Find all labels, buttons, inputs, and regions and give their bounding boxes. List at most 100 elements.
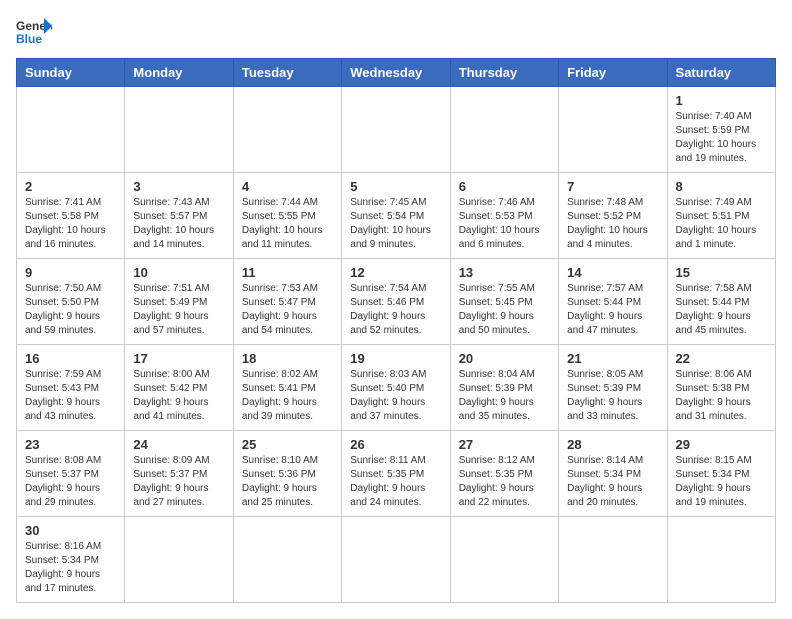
day-info: Sunrise: 8:15 AM Sunset: 5:34 PM Dayligh…	[676, 454, 767, 510]
day-info: Sunrise: 7:55 AM Sunset: 5:45 PM Dayligh…	[459, 282, 550, 338]
day-number: 2	[25, 179, 116, 194]
calendar-cell	[559, 517, 667, 603]
day-number: 6	[459, 179, 550, 194]
day-info: Sunrise: 7:41 AM Sunset: 5:58 PM Dayligh…	[25, 196, 116, 252]
calendar-cell	[125, 517, 233, 603]
day-info: Sunrise: 8:16 AM Sunset: 5:34 PM Dayligh…	[25, 540, 116, 596]
day-number: 26	[350, 437, 441, 452]
day-info: Sunrise: 7:59 AM Sunset: 5:43 PM Dayligh…	[25, 368, 116, 424]
calendar-cell	[233, 87, 341, 173]
calendar-cell: 6 Sunrise: 7:46 AM Sunset: 5:53 PM Daylig…	[450, 173, 558, 259]
day-number: 30	[25, 523, 116, 538]
day-number: 14	[567, 265, 658, 280]
day-info: Sunrise: 7:44 AM Sunset: 5:55 PM Dayligh…	[242, 196, 333, 252]
calendar-cell: 19 Sunrise: 8:03 AM Sunset: 5:40 PM Dayli…	[342, 345, 450, 431]
day-number: 24	[133, 437, 224, 452]
calendar-cell: 3 Sunrise: 7:43 AM Sunset: 5:57 PM Daylig…	[125, 173, 233, 259]
calendar-cell	[233, 517, 341, 603]
day-info: Sunrise: 7:50 AM Sunset: 5:50 PM Dayligh…	[25, 282, 116, 338]
day-info: Sunrise: 7:48 AM Sunset: 5:52 PM Dayligh…	[567, 196, 658, 252]
calendar-cell: 28 Sunrise: 8:14 AM Sunset: 5:34 PM Dayli…	[559, 431, 667, 517]
calendar-cell	[450, 517, 558, 603]
calendar-cell	[342, 87, 450, 173]
calendar-cell: 26 Sunrise: 8:11 AM Sunset: 5:35 PM Dayli…	[342, 431, 450, 517]
logo: General Blue	[16, 16, 52, 46]
calendar-cell: 12 Sunrise: 7:54 AM Sunset: 5:46 PM Dayli…	[342, 259, 450, 345]
day-info: Sunrise: 7:49 AM Sunset: 5:51 PM Dayligh…	[676, 196, 767, 252]
day-number: 12	[350, 265, 441, 280]
day-number: 19	[350, 351, 441, 366]
calendar-cell: 25 Sunrise: 8:10 AM Sunset: 5:36 PM Dayli…	[233, 431, 341, 517]
day-info: Sunrise: 8:06 AM Sunset: 5:38 PM Dayligh…	[676, 368, 767, 424]
day-number: 20	[459, 351, 550, 366]
day-number: 22	[676, 351, 767, 366]
day-number: 4	[242, 179, 333, 194]
day-number: 11	[242, 265, 333, 280]
day-number: 3	[133, 179, 224, 194]
day-info: Sunrise: 8:11 AM Sunset: 5:35 PM Dayligh…	[350, 454, 441, 510]
header-tuesday: Tuesday	[233, 59, 341, 87]
calendar-cell: 5 Sunrise: 7:45 AM Sunset: 5:54 PM Daylig…	[342, 173, 450, 259]
calendar-cell	[125, 87, 233, 173]
header-sunday: Sunday	[17, 59, 125, 87]
header-saturday: Saturday	[667, 59, 775, 87]
day-number: 23	[25, 437, 116, 452]
calendar-cell: 7 Sunrise: 7:48 AM Sunset: 5:52 PM Daylig…	[559, 173, 667, 259]
day-number: 5	[350, 179, 441, 194]
day-info: Sunrise: 8:10 AM Sunset: 5:36 PM Dayligh…	[242, 454, 333, 510]
day-number: 16	[25, 351, 116, 366]
page-header: General Blue	[16, 16, 776, 46]
calendar-week-row: 9 Sunrise: 7:50 AM Sunset: 5:50 PM Daylig…	[17, 259, 776, 345]
day-info: Sunrise: 8:05 AM Sunset: 5:39 PM Dayligh…	[567, 368, 658, 424]
day-info: Sunrise: 7:40 AM Sunset: 5:59 PM Dayligh…	[676, 110, 767, 166]
day-number: 1	[676, 93, 767, 108]
svg-text:Blue: Blue	[16, 32, 42, 46]
day-info: Sunrise: 7:51 AM Sunset: 5:49 PM Dayligh…	[133, 282, 224, 338]
day-info: Sunrise: 8:12 AM Sunset: 5:35 PM Dayligh…	[459, 454, 550, 510]
calendar-cell: 1 Sunrise: 7:40 AM Sunset: 5:59 PM Daylig…	[667, 87, 775, 173]
calendar-week-row: 16 Sunrise: 7:59 AM Sunset: 5:43 PM Dayli…	[17, 345, 776, 431]
calendar-cell: 8Sunrise: 7:49 AM Sunset: 5:51 PM Daylig…	[667, 173, 775, 259]
calendar-cell: 4 Sunrise: 7:44 AM Sunset: 5:55 PM Daylig…	[233, 173, 341, 259]
calendar-cell: 22 Sunrise: 8:06 AM Sunset: 5:38 PM Dayli…	[667, 345, 775, 431]
calendar-cell: 17 Sunrise: 8:00 AM Sunset: 5:42 PM Dayli…	[125, 345, 233, 431]
day-number: 13	[459, 265, 550, 280]
calendar-cell	[17, 87, 125, 173]
day-number: 17	[133, 351, 224, 366]
calendar-cell: 24Sunrise: 8:09 AM Sunset: 5:37 PM Dayli…	[125, 431, 233, 517]
day-number: 29	[676, 437, 767, 452]
calendar-cell: 29 Sunrise: 8:15 AM Sunset: 5:34 PM Dayli…	[667, 431, 775, 517]
header-monday: Monday	[125, 59, 233, 87]
calendar-week-row: 1 Sunrise: 7:40 AM Sunset: 5:59 PM Daylig…	[17, 87, 776, 173]
day-info: Sunrise: 8:04 AM Sunset: 5:39 PM Dayligh…	[459, 368, 550, 424]
day-info: Sunrise: 8:03 AM Sunset: 5:40 PM Dayligh…	[350, 368, 441, 424]
day-number: 7	[567, 179, 658, 194]
day-number: 28	[567, 437, 658, 452]
day-number: 21	[567, 351, 658, 366]
day-info: Sunrise: 7:43 AM Sunset: 5:57 PM Dayligh…	[133, 196, 224, 252]
calendar-header-row: Sunday Monday Tuesday Wednesday Thursday…	[17, 59, 776, 87]
day-number: 9	[25, 265, 116, 280]
calendar-cell: 27 Sunrise: 8:12 AM Sunset: 5:35 PM Dayli…	[450, 431, 558, 517]
calendar-cell: 30 Sunrise: 8:16 AM Sunset: 5:34 PM Dayli…	[17, 517, 125, 603]
day-number: 25	[242, 437, 333, 452]
day-info: Sunrise: 7:46 AM Sunset: 5:53 PM Dayligh…	[459, 196, 550, 252]
day-info: Sunrise: 8:00 AM Sunset: 5:42 PM Dayligh…	[133, 368, 224, 424]
header-wednesday: Wednesday	[342, 59, 450, 87]
calendar-table: Sunday Monday Tuesday Wednesday Thursday…	[16, 58, 776, 603]
calendar-cell	[342, 517, 450, 603]
day-info: Sunrise: 7:53 AM Sunset: 5:47 PM Dayligh…	[242, 282, 333, 338]
day-number: 15	[676, 265, 767, 280]
day-number: 27	[459, 437, 550, 452]
day-number: 18	[242, 351, 333, 366]
day-info: Sunrise: 8:02 AM Sunset: 5:41 PM Dayligh…	[242, 368, 333, 424]
day-info: Sunrise: 7:45 AM Sunset: 5:54 PM Dayligh…	[350, 196, 441, 252]
header-thursday: Thursday	[450, 59, 558, 87]
calendar-cell: 10Sunrise: 7:51 AM Sunset: 5:49 PM Dayli…	[125, 259, 233, 345]
calendar-cell: 21 Sunrise: 8:05 AM Sunset: 5:39 PM Dayli…	[559, 345, 667, 431]
calendar-cell	[667, 517, 775, 603]
calendar-week-row: 23Sunrise: 8:08 AM Sunset: 5:37 PM Dayli…	[17, 431, 776, 517]
day-info: Sunrise: 7:54 AM Sunset: 5:46 PM Dayligh…	[350, 282, 441, 338]
header-friday: Friday	[559, 59, 667, 87]
day-info: Sunrise: 8:14 AM Sunset: 5:34 PM Dayligh…	[567, 454, 658, 510]
